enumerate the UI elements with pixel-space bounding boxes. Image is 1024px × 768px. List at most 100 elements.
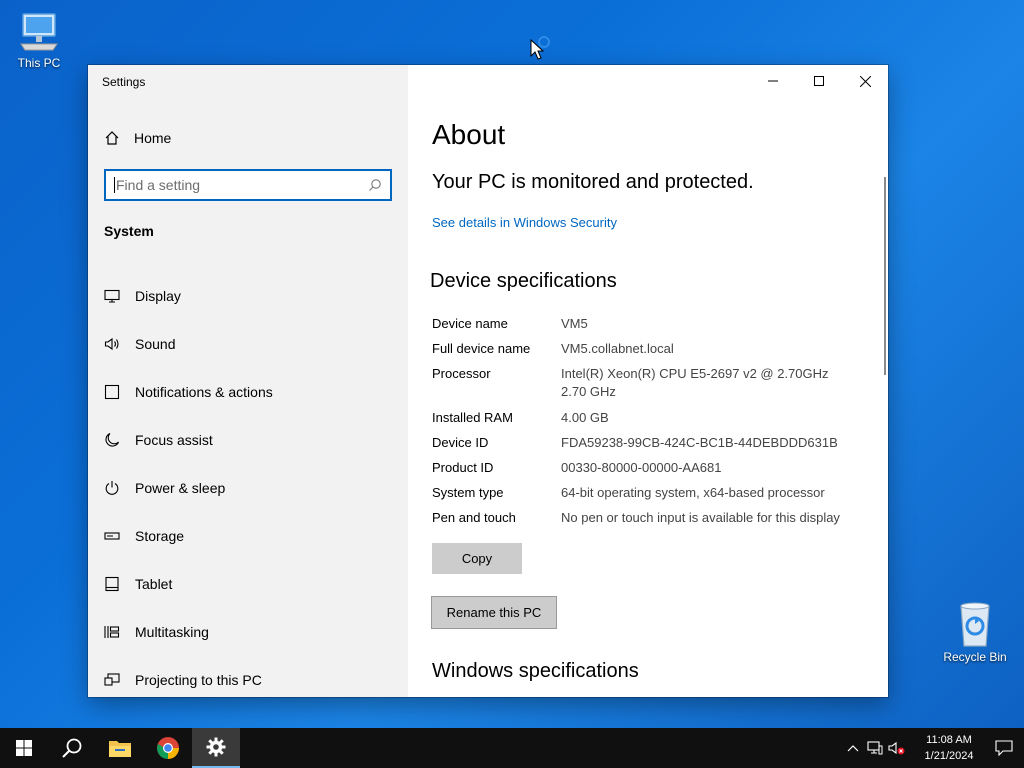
chrome-icon bbox=[157, 737, 179, 759]
spec-row: Device name VM5 bbox=[432, 315, 871, 340]
close-icon bbox=[859, 75, 871, 87]
volume-muted-icon bbox=[888, 741, 905, 755]
show-hidden-icons-button[interactable] bbox=[842, 728, 864, 768]
spec-row: Full device name VM5.collabnet.local bbox=[432, 340, 871, 365]
moon-icon bbox=[104, 432, 120, 448]
sidebar-item-label: Multitasking bbox=[135, 624, 209, 640]
storage-icon bbox=[104, 528, 120, 544]
minimize-icon bbox=[768, 80, 778, 82]
start-icon bbox=[16, 740, 32, 756]
maximize-button[interactable] bbox=[796, 65, 842, 97]
home-icon bbox=[105, 131, 119, 145]
minimize-button[interactable] bbox=[750, 65, 796, 97]
text-caret bbox=[114, 177, 115, 193]
desktop-icon-recycle-bin[interactable]: Recycle Bin bbox=[940, 600, 1010, 664]
spec-value: 64-bit operating system, x64-based proce… bbox=[561, 485, 825, 500]
spec-row: System type 64-bit operating system, x64… bbox=[432, 484, 871, 509]
taskbar-search-button[interactable] bbox=[48, 728, 96, 768]
mouse-cursor bbox=[530, 36, 554, 65]
volume-button[interactable] bbox=[886, 728, 908, 768]
spec-value: 4.00 GB bbox=[561, 410, 609, 425]
system-tray: 11:08 AM 1/21/2024 bbox=[842, 728, 1024, 768]
multitasking-icon bbox=[104, 624, 120, 640]
spec-value: FDA59238-99CB-424C-BC1B-44DEBDDD631B bbox=[561, 435, 838, 450]
windows-specs-heading: Windows specifications bbox=[432, 660, 639, 682]
search-input[interactable] bbox=[116, 177, 368, 193]
projecting-icon bbox=[104, 672, 120, 688]
windows-security-link[interactable]: See details in Windows Security bbox=[432, 215, 617, 230]
power-icon bbox=[104, 480, 120, 496]
sidebar-item-label: Tablet bbox=[135, 576, 173, 592]
sidebar-item-focus-assist[interactable]: Focus assist bbox=[88, 416, 408, 464]
sidebar-item-projecting[interactable]: Projecting to this PC bbox=[88, 656, 408, 697]
spec-key: System type bbox=[432, 485, 504, 500]
clock[interactable]: 11:08 AM 1/21/2024 bbox=[914, 732, 984, 764]
spec-value: Intel(R) Xeon(R) CPU E5-2697 v2 @ 2.70GH… bbox=[561, 365, 871, 409]
spec-value: VM5.collabnet.local bbox=[561, 341, 674, 356]
chrome-button[interactable] bbox=[144, 728, 192, 768]
nav-home-label: Home bbox=[134, 130, 172, 146]
search-box[interactable] bbox=[104, 169, 392, 201]
settings-window: Settings Home System Display bbox=[88, 65, 888, 697]
about-page: About Your PC is monitored and protected… bbox=[408, 65, 888, 697]
protection-status: Your PC is monitored and protected. bbox=[432, 171, 754, 193]
desktop-icon-label: Recycle Bin bbox=[943, 650, 1007, 664]
processor-name: Intel(R) Xeon(R) CPU E5-2697 v2 @ 2.70GH… bbox=[561, 366, 829, 381]
file-explorer-button[interactable] bbox=[96, 728, 144, 768]
clock-date: 1/21/2024 bbox=[924, 750, 974, 762]
sidebar-item-power-sleep[interactable]: Power & sleep bbox=[88, 464, 408, 512]
sidebar-item-display[interactable]: Display bbox=[88, 272, 408, 320]
network-button[interactable] bbox=[864, 728, 886, 768]
page-title: About bbox=[432, 119, 506, 150]
section-heading: System bbox=[104, 223, 154, 239]
sidebar-item-label: Display bbox=[135, 288, 181, 304]
clock-time: 11:08 AM bbox=[926, 734, 972, 746]
spec-value: No pen or touch input is available for t… bbox=[561, 510, 840, 525]
sidebar-item-label: Notifications & actions bbox=[135, 384, 273, 400]
start-button[interactable] bbox=[0, 728, 48, 768]
sidebar-item-label: Focus assist bbox=[135, 432, 213, 448]
speaker-icon bbox=[104, 336, 120, 352]
nav-home[interactable]: Home bbox=[104, 127, 171, 149]
device-specs-table: Device name VM5 Full device name VM5.col… bbox=[432, 315, 871, 534]
desktop-icon-this-pc[interactable]: This PC bbox=[4, 10, 74, 70]
spec-key: Device ID bbox=[432, 435, 489, 450]
spec-key: Product ID bbox=[432, 460, 494, 475]
sidebar-item-label: Power & sleep bbox=[135, 480, 226, 496]
sidebar-item-tablet[interactable]: Tablet bbox=[88, 560, 408, 608]
spec-row: Installed RAM 4.00 GB bbox=[432, 409, 871, 434]
spec-key: Full device name bbox=[432, 341, 531, 356]
rename-pc-button[interactable]: Rename this PC bbox=[432, 597, 556, 628]
sidebar-item-storage[interactable]: Storage bbox=[88, 512, 408, 560]
spec-value: VM5 bbox=[561, 316, 588, 331]
spec-value: 00330-80000-00000-AA681 bbox=[561, 460, 722, 475]
spec-row: Pen and touch No pen or touch input is a… bbox=[432, 509, 871, 534]
scrollbar[interactable] bbox=[884, 177, 886, 375]
device-specs-heading: Device specifications bbox=[430, 270, 617, 292]
processor-speed: 2.70 GHz bbox=[561, 384, 616, 399]
sidebar: Settings Home System Display bbox=[88, 65, 408, 697]
spec-row: Processor Intel(R) Xeon(R) CPU E5-2697 v… bbox=[432, 365, 871, 409]
computer-icon bbox=[20, 13, 58, 51]
spec-key: Pen and touch bbox=[432, 510, 516, 525]
sidebar-item-label: Projecting to this PC bbox=[135, 672, 262, 688]
search-icon bbox=[62, 738, 82, 758]
action-center-button[interactable] bbox=[984, 728, 1024, 768]
sidebar-item-sound[interactable]: Sound bbox=[88, 320, 408, 368]
spec-row: Device ID FDA59238-99CB-424C-BC1B-44DEBD… bbox=[432, 434, 871, 459]
close-button[interactable] bbox=[842, 65, 888, 97]
spec-row: Product ID 00330-80000-00000-AA681 bbox=[432, 459, 871, 484]
recycle-bin-icon bbox=[960, 602, 990, 647]
sidebar-item-notifications[interactable]: Notifications & actions bbox=[88, 368, 408, 416]
notification-icon bbox=[995, 740, 1013, 756]
sidebar-item-label: Sound bbox=[135, 336, 176, 352]
search-icon[interactable] bbox=[368, 178, 382, 192]
network-icon bbox=[867, 741, 883, 755]
nav-list: Display Sound Notifications & actions Fo… bbox=[88, 272, 408, 697]
copy-button[interactable]: Copy bbox=[432, 543, 522, 574]
monitor-icon bbox=[104, 288, 120, 304]
chevron-up-icon bbox=[847, 745, 859, 752]
settings-taskbar-button[interactable] bbox=[192, 728, 240, 768]
maximize-icon bbox=[814, 76, 824, 86]
sidebar-item-multitasking[interactable]: Multitasking bbox=[88, 608, 408, 656]
